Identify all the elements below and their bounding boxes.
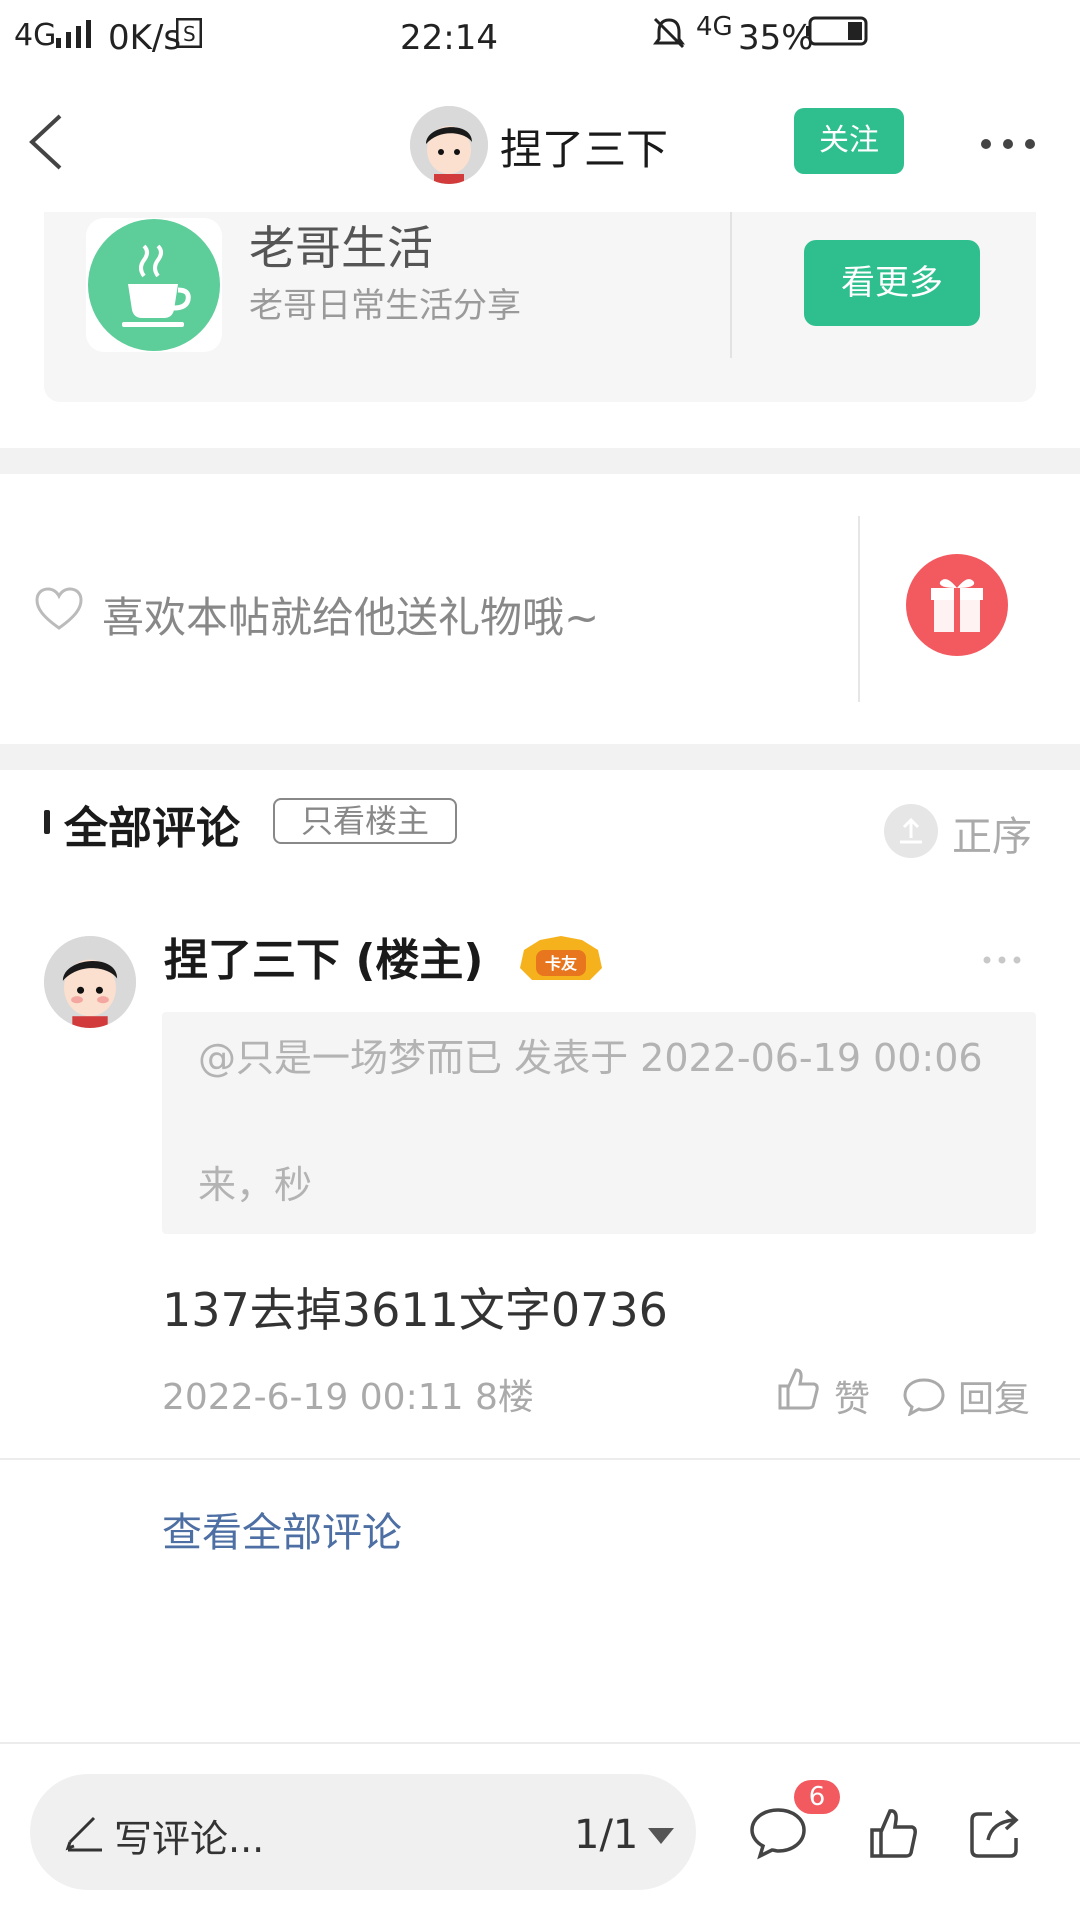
card-divider — [730, 212, 732, 358]
see-more-button[interactable]: 看更多 — [804, 240, 980, 326]
pencil-icon — [65, 1816, 102, 1852]
reply-icon[interactable] — [902, 1376, 946, 1416]
write-comment-placeholder: 写评论... — [114, 1817, 265, 1861]
status-bar: 4G 0K/s S 22:14 4G 35% — [0, 0, 1080, 72]
view-all-comments-link[interactable]: 查看全部评论 — [162, 1500, 402, 1558]
sort-order-label[interactable]: 正序 — [952, 804, 1032, 862]
svg-text:S: S — [183, 22, 196, 46]
back-arrow-icon[interactable] — [24, 112, 68, 172]
battery-percent: 35% — [738, 18, 814, 58]
sim-icon: S — [176, 18, 202, 48]
follow-button[interactable]: 关注 — [794, 108, 904, 174]
section-divider — [0, 744, 1080, 770]
circle-logo — [86, 218, 222, 352]
post-header: 捏了三下 关注 — [0, 72, 1080, 212]
comments-title: 全部评论 — [64, 803, 240, 854]
like-label[interactable]: 赞 — [834, 1370, 870, 1422]
only-op-toggle[interactable]: 只看楼主 — [273, 798, 457, 844]
comments-icon[interactable] — [748, 1806, 808, 1860]
author-avatar[interactable] — [410, 106, 488, 184]
commenter-name[interactable]: 捏了三下 (楼主) — [164, 924, 484, 988]
quote-header: @只是一场梦而已 发表于 2022-06-19 00:06 — [198, 1036, 983, 1080]
battery-icon — [806, 16, 868, 46]
quote-text: 来，秒 — [198, 1163, 313, 1207]
circle-title: 老哥生活 — [249, 221, 433, 275]
bottom-bar-divider — [0, 1742, 1080, 1744]
like-icon[interactable] — [776, 1366, 820, 1412]
sort-arrow-icon — [900, 817, 922, 844]
gift-prompt-text: 喜欢本帖就给他送礼物哦~ — [102, 593, 600, 642]
gift-icon — [931, 579, 983, 632]
mute-bell-icon — [653, 17, 685, 49]
heart-icon[interactable] — [34, 586, 84, 632]
gift-prompt: 喜欢本帖就给他送礼物哦~ — [0, 474, 1080, 744]
more-options-icon[interactable] — [980, 134, 1036, 154]
comment-body: 137去掉3611文字0736 — [162, 1283, 668, 1337]
vip-badge-label: 卡友 — [545, 954, 578, 973]
signal-icon — [56, 20, 91, 48]
commenter-avatar[interactable] — [44, 936, 136, 1028]
send-gift-button[interactable] — [906, 554, 1008, 656]
author-name[interactable]: 捏了三下 — [500, 116, 668, 177]
gift-divider — [858, 516, 860, 702]
section-divider — [0, 448, 1080, 474]
thumbs-up-icon[interactable] — [868, 1806, 918, 1860]
page-dropdown-icon[interactable] — [648, 1828, 674, 1844]
page-indicator[interactable]: 1/1 — [574, 1812, 638, 1858]
circle-card[interactable]: 老哥生活 老哥日常生活分享 看更多 — [44, 212, 1036, 402]
network-type-left: 4G — [14, 18, 57, 53]
avatar-face-icon — [410, 106, 488, 184]
share-icon[interactable] — [968, 1806, 1024, 1860]
coffee-cup-icon — [88, 219, 220, 351]
write-comment-box[interactable]: 写评论... 1/1 — [30, 1774, 696, 1890]
clock: 22:14 — [400, 18, 498, 58]
vip-badge: 卡友 — [520, 936, 602, 980]
sort-order-icon[interactable] — [884, 804, 938, 858]
section-marker — [44, 810, 50, 834]
comment-count-badge: 6 — [794, 1780, 840, 1814]
avatar-face-icon — [44, 936, 136, 1028]
network-speed: 0K/s — [108, 18, 182, 58]
comment-meta: 2022-6-19 00:11 8楼 — [162, 1377, 534, 1418]
reply-label[interactable]: 回复 — [958, 1370, 1030, 1422]
comment-separator — [0, 1458, 1080, 1460]
quoted-comment[interactable]: @只是一场梦而已 发表于 2022-06-19 00:06 来，秒 — [162, 1012, 1036, 1234]
circle-subtitle: 老哥日常生活分享 — [249, 286, 521, 326]
comment-more-icon[interactable] — [982, 954, 1022, 966]
network-type-right: 4G — [696, 12, 733, 42]
